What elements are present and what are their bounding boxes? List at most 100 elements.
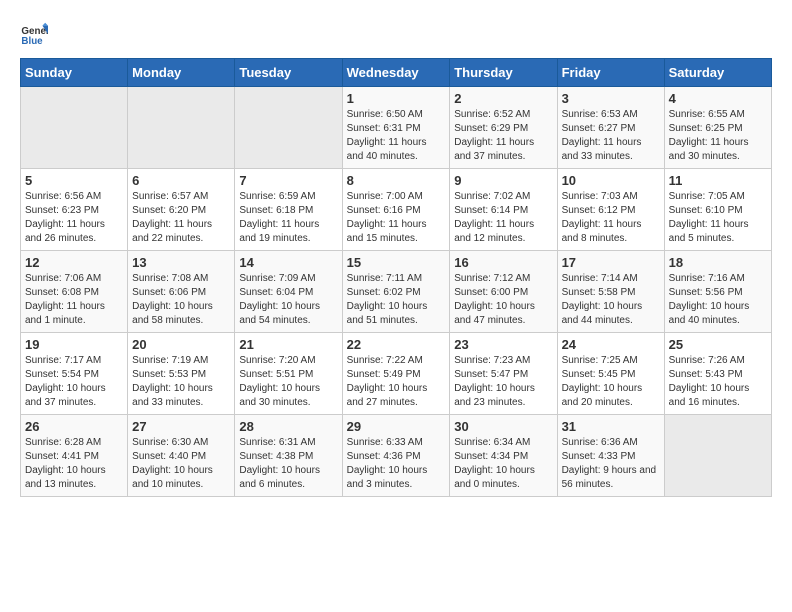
day-info: Sunrise: 7:00 AM Sunset: 6:16 PM Dayligh… (347, 190, 446, 246)
calendar-cell: 7Sunrise: 6:59 AM Sunset: 6:18 PM Daylig… (235, 169, 342, 251)
calendar-cell: 30 Sunrise: 6:34 AM Sunset: 4:34 PM Dayli… (450, 415, 557, 497)
page-header: General Blue (20, 20, 772, 48)
day-info: Sunrise: 7:03 AM Sunset: 6:12 PM Dayligh… (562, 190, 660, 246)
calendar-week-2: 5 Sunrise: 6:56 AM Sunset: 6:23 PM Daylig… (21, 169, 772, 251)
day-info: Sunrise: 6:36 AM Sunset: 4:33 PM Dayligh… (562, 436, 660, 492)
calendar-cell: 3 Sunrise: 6:53 AM Sunset: 6:27 PM Daylig… (557, 87, 664, 169)
day-number: 28 (239, 419, 337, 434)
weekday-header-saturday: Saturday (664, 59, 771, 87)
day-info: Sunrise: 6:56 AM Sunset: 6:23 PM Dayligh… (25, 190, 123, 246)
day-number: 19 (25, 337, 123, 352)
day-number: 5 (25, 173, 123, 188)
day-number: 30 (454, 419, 552, 434)
calendar-cell: 6 Sunrise: 6:57 AM Sunset: 6:20 PM Daylig… (128, 169, 235, 251)
day-number: 25 (669, 337, 767, 352)
calendar-cell: 15 Sunrise: 7:11 AM Sunset: 6:02 PM Dayli… (342, 251, 450, 333)
calendar-cell (21, 87, 128, 169)
calendar-week-5: 26 Sunrise: 6:28 AM Sunset: 4:41 PM Dayli… (21, 415, 772, 497)
day-number: 22 (347, 337, 446, 352)
calendar-cell: 4 Sunrise: 6:55 AM Sunset: 6:25 PM Daylig… (664, 87, 771, 169)
day-info: Sunrise: 7:17 AM Sunset: 5:54 PM Dayligh… (25, 354, 123, 410)
day-number: 2 (454, 91, 552, 106)
day-number: 10 (562, 173, 660, 188)
day-info: Sunrise: 7:06 AM Sunset: 6:08 PM Dayligh… (25, 272, 123, 328)
weekday-header-wednesday: Wednesday (342, 59, 450, 87)
logo: General Blue (20, 20, 48, 48)
day-info: Sunrise: 6:57 AM Sunset: 6:20 PM Dayligh… (132, 190, 230, 246)
calendar-cell: 12Sunrise: 7:06 AM Sunset: 6:08 PM Dayli… (21, 251, 128, 333)
calendar-cell: 17 Sunrise: 7:14 AM Sunset: 5:58 PM Dayli… (557, 251, 664, 333)
day-number: 23 (454, 337, 552, 352)
calendar-table: SundayMondayTuesdayWednesdayThursdayFrid… (20, 58, 772, 497)
day-number: 1 (347, 91, 446, 106)
day-number: 3 (562, 91, 660, 106)
calendar-cell: 10 Sunrise: 7:03 AM Sunset: 6:12 PM Dayli… (557, 169, 664, 251)
day-info: Sunrise: 6:52 AM Sunset: 6:29 PM Dayligh… (454, 108, 552, 164)
weekday-header-sunday: Sunday (21, 59, 128, 87)
calendar-cell: 16 Sunrise: 7:12 AM Sunset: 6:00 PM Dayli… (450, 251, 557, 333)
day-info: Sunrise: 6:31 AM Sunset: 4:38 PM Dayligh… (239, 436, 337, 492)
day-info: Sunrise: 7:11 AM Sunset: 6:02 PM Dayligh… (347, 272, 446, 328)
day-info: Sunrise: 7:08 AM Sunset: 6:06 PM Dayligh… (132, 272, 230, 328)
day-number: 24 (562, 337, 660, 352)
day-info: Sunrise: 7:16 AM Sunset: 5:56 PM Dayligh… (669, 272, 767, 328)
weekday-header-friday: Friday (557, 59, 664, 87)
calendar-cell: 8 Sunrise: 7:00 AM Sunset: 6:16 PM Daylig… (342, 169, 450, 251)
day-info: Sunrise: 7:14 AM Sunset: 5:58 PM Dayligh… (562, 272, 660, 328)
calendar-cell: 23Sunrise: 7:23 AM Sunset: 5:47 PM Dayli… (450, 333, 557, 415)
day-number: 17 (562, 255, 660, 270)
day-info: Sunrise: 7:12 AM Sunset: 6:00 PM Dayligh… (454, 272, 552, 328)
calendar-cell: 29 Sunrise: 6:33 AM Sunset: 4:36 PM Dayli… (342, 415, 450, 497)
day-number: 27 (132, 419, 230, 434)
calendar-cell: 25 Sunrise: 7:26 AM Sunset: 5:43 PM Dayli… (664, 333, 771, 415)
day-number: 21 (239, 337, 337, 352)
day-info: Sunrise: 6:50 AM Sunset: 6:31 PM Dayligh… (347, 108, 446, 164)
calendar-week-3: 12Sunrise: 7:06 AM Sunset: 6:08 PM Dayli… (21, 251, 772, 333)
weekday-header-monday: Monday (128, 59, 235, 87)
day-info: Sunrise: 6:30 AM Sunset: 4:40 PM Dayligh… (132, 436, 230, 492)
day-info: Sunrise: 6:55 AM Sunset: 6:25 PM Dayligh… (669, 108, 767, 164)
day-number: 6 (132, 173, 230, 188)
day-info: Sunrise: 6:53 AM Sunset: 6:27 PM Dayligh… (562, 108, 660, 164)
day-number: 4 (669, 91, 767, 106)
calendar-cell: 28 Sunrise: 6:31 AM Sunset: 4:38 PM Dayli… (235, 415, 342, 497)
day-number: 29 (347, 419, 446, 434)
day-number: 18 (669, 255, 767, 270)
calendar-cell: 27 Sunrise: 6:30 AM Sunset: 4:40 PM Dayli… (128, 415, 235, 497)
logo-icon: General Blue (20, 20, 48, 48)
calendar-cell: 13 Sunrise: 7:08 AM Sunset: 6:06 PM Dayli… (128, 251, 235, 333)
day-info: Sunrise: 7:02 AM Sunset: 6:14 PM Dayligh… (454, 190, 552, 246)
day-number: 7 (239, 173, 337, 188)
weekday-header-thursday: Thursday (450, 59, 557, 87)
day-number: 8 (347, 173, 446, 188)
day-number: 16 (454, 255, 552, 270)
calendar-cell: 22Sunrise: 7:22 AM Sunset: 5:49 PM Dayli… (342, 333, 450, 415)
calendar-week-4: 19 Sunrise: 7:17 AM Sunset: 5:54 PM Dayli… (21, 333, 772, 415)
day-info: Sunrise: 7:09 AM Sunset: 6:04 PM Dayligh… (239, 272, 337, 328)
day-number: 26 (25, 419, 123, 434)
calendar-cell: 11Sunrise: 7:05 AM Sunset: 6:10 PM Dayli… (664, 169, 771, 251)
day-number: 14 (239, 255, 337, 270)
day-number: 9 (454, 173, 552, 188)
calendar-cell: 19 Sunrise: 7:17 AM Sunset: 5:54 PM Dayli… (21, 333, 128, 415)
weekday-header-tuesday: Tuesday (235, 59, 342, 87)
calendar-cell: 5 Sunrise: 6:56 AM Sunset: 6:23 PM Daylig… (21, 169, 128, 251)
day-info: Sunrise: 6:28 AM Sunset: 4:41 PM Dayligh… (25, 436, 123, 492)
day-info: Sunrise: 6:33 AM Sunset: 4:36 PM Dayligh… (347, 436, 446, 492)
calendar-cell (235, 87, 342, 169)
calendar-cell: 26 Sunrise: 6:28 AM Sunset: 4:41 PM Dayli… (21, 415, 128, 497)
day-info: Sunrise: 7:05 AM Sunset: 6:10 PM Dayligh… (669, 190, 767, 246)
day-number: 31 (562, 419, 660, 434)
day-info: Sunrise: 6:34 AM Sunset: 4:34 PM Dayligh… (454, 436, 552, 492)
day-number: 15 (347, 255, 446, 270)
day-info: Sunrise: 7:26 AM Sunset: 5:43 PM Dayligh… (669, 354, 767, 410)
calendar-cell: 24Sunrise: 7:25 AM Sunset: 5:45 PM Dayli… (557, 333, 664, 415)
calendar-week-1: 1 Sunrise: 6:50 AM Sunset: 6:31 PM Daylig… (21, 87, 772, 169)
day-number: 20 (132, 337, 230, 352)
calendar-cell (128, 87, 235, 169)
day-number: 13 (132, 255, 230, 270)
calendar-cell: 21Sunrise: 7:20 AM Sunset: 5:51 PM Dayli… (235, 333, 342, 415)
weekday-header-row: SundayMondayTuesdayWednesdayThursdayFrid… (21, 59, 772, 87)
calendar-cell: 18 Sunrise: 7:16 AM Sunset: 5:56 PM Dayli… (664, 251, 771, 333)
calendar-cell (664, 415, 771, 497)
